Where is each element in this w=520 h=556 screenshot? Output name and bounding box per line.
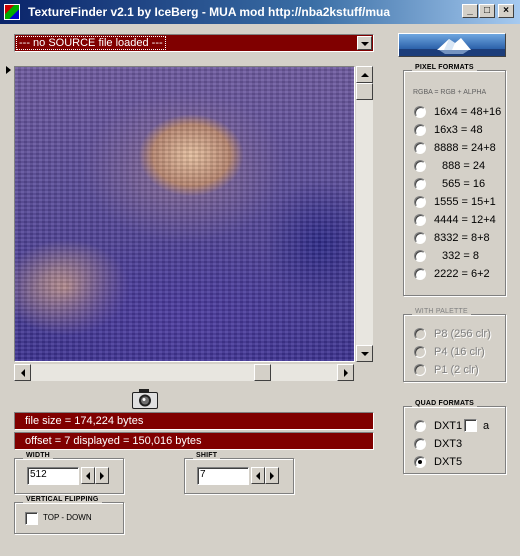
texture-preview[interactable] (14, 66, 355, 362)
scroll-right-button[interactable] (337, 364, 354, 381)
source-file-dropdown[interactable]: --- no SOURCE file loaded --- (14, 34, 374, 52)
scroll-down-button[interactable] (356, 345, 373, 362)
title-bar: TextureFinder v2.1 by IceBerg - MUA mod … (0, 0, 520, 24)
row-marker-icon (6, 66, 11, 74)
camera-icon[interactable] (130, 388, 160, 410)
palette-title: WITH PALETTE (412, 308, 471, 315)
chevron-down-icon[interactable] (357, 36, 372, 50)
dxt1-alpha-checkbox[interactable] (464, 419, 477, 432)
width-label: WIDTH (23, 452, 53, 459)
scroll-left-button[interactable] (14, 364, 31, 381)
source-file-value: --- no SOURCE file loaded --- (16, 36, 166, 50)
top-down-checkbox[interactable] (25, 512, 38, 525)
quad-formats-group: QUAD FORMATS DXT1 a DXT3 DXT5 (403, 400, 506, 474)
top-down-label: TOP - DOWN (43, 513, 92, 522)
palette-group: WITH PALETTE P8 (256 clr) P4 (16 clr) P1… (403, 308, 506, 382)
minimize-button[interactable]: _ (462, 4, 478, 18)
shift-label: SHIFT (193, 452, 221, 459)
shift-increment-button[interactable] (265, 467, 279, 484)
pixel-formats-title: PIXEL FORMATS (412, 64, 477, 71)
horizontal-scroll-thumb[interactable] (254, 364, 271, 381)
shift-group: SHIFT 7 (184, 452, 294, 494)
scroll-up-button[interactable] (356, 66, 373, 83)
dxt1-alpha-label: a (483, 420, 490, 432)
maximize-button[interactable]: □ (479, 4, 495, 18)
width-input[interactable]: 512 (27, 467, 79, 485)
width-increment-button[interactable] (95, 467, 109, 484)
vertical-scrollbar[interactable] (356, 66, 373, 362)
shift-decrement-button[interactable] (251, 467, 265, 484)
iceberg-logo[interactable] (398, 33, 506, 57)
window-title: TextureFinder v2.1 by IceBerg - MUA mod … (28, 5, 391, 19)
pixel-formats-subtitle: RGBA = RGB + ALPHA (413, 89, 487, 96)
close-button[interactable]: × (498, 4, 514, 18)
quad-formats-title: QUAD FORMATS (412, 400, 478, 407)
width-group: WIDTH 512 (14, 452, 124, 494)
app-icon[interactable] (4, 4, 20, 20)
vertical-flipping-label: VERTICAL FLIPPING (23, 496, 102, 503)
width-decrement-button[interactable] (81, 467, 95, 484)
offset-readout: offset = 7 displayed = 150,016 bytes (14, 432, 374, 450)
vertical-scroll-thumb[interactable] (356, 83, 373, 100)
vertical-flipping-group: VERTICAL FLIPPING TOP - DOWN (14, 496, 124, 534)
horizontal-scrollbar[interactable] (14, 364, 354, 381)
file-size-readout: file size = 174,224 bytes (14, 412, 374, 430)
shift-input[interactable]: 7 (197, 467, 249, 485)
pixel-formats-group: PIXEL FORMATS RGBA = RGB + ALPHA 16x4 = … (403, 64, 506, 296)
